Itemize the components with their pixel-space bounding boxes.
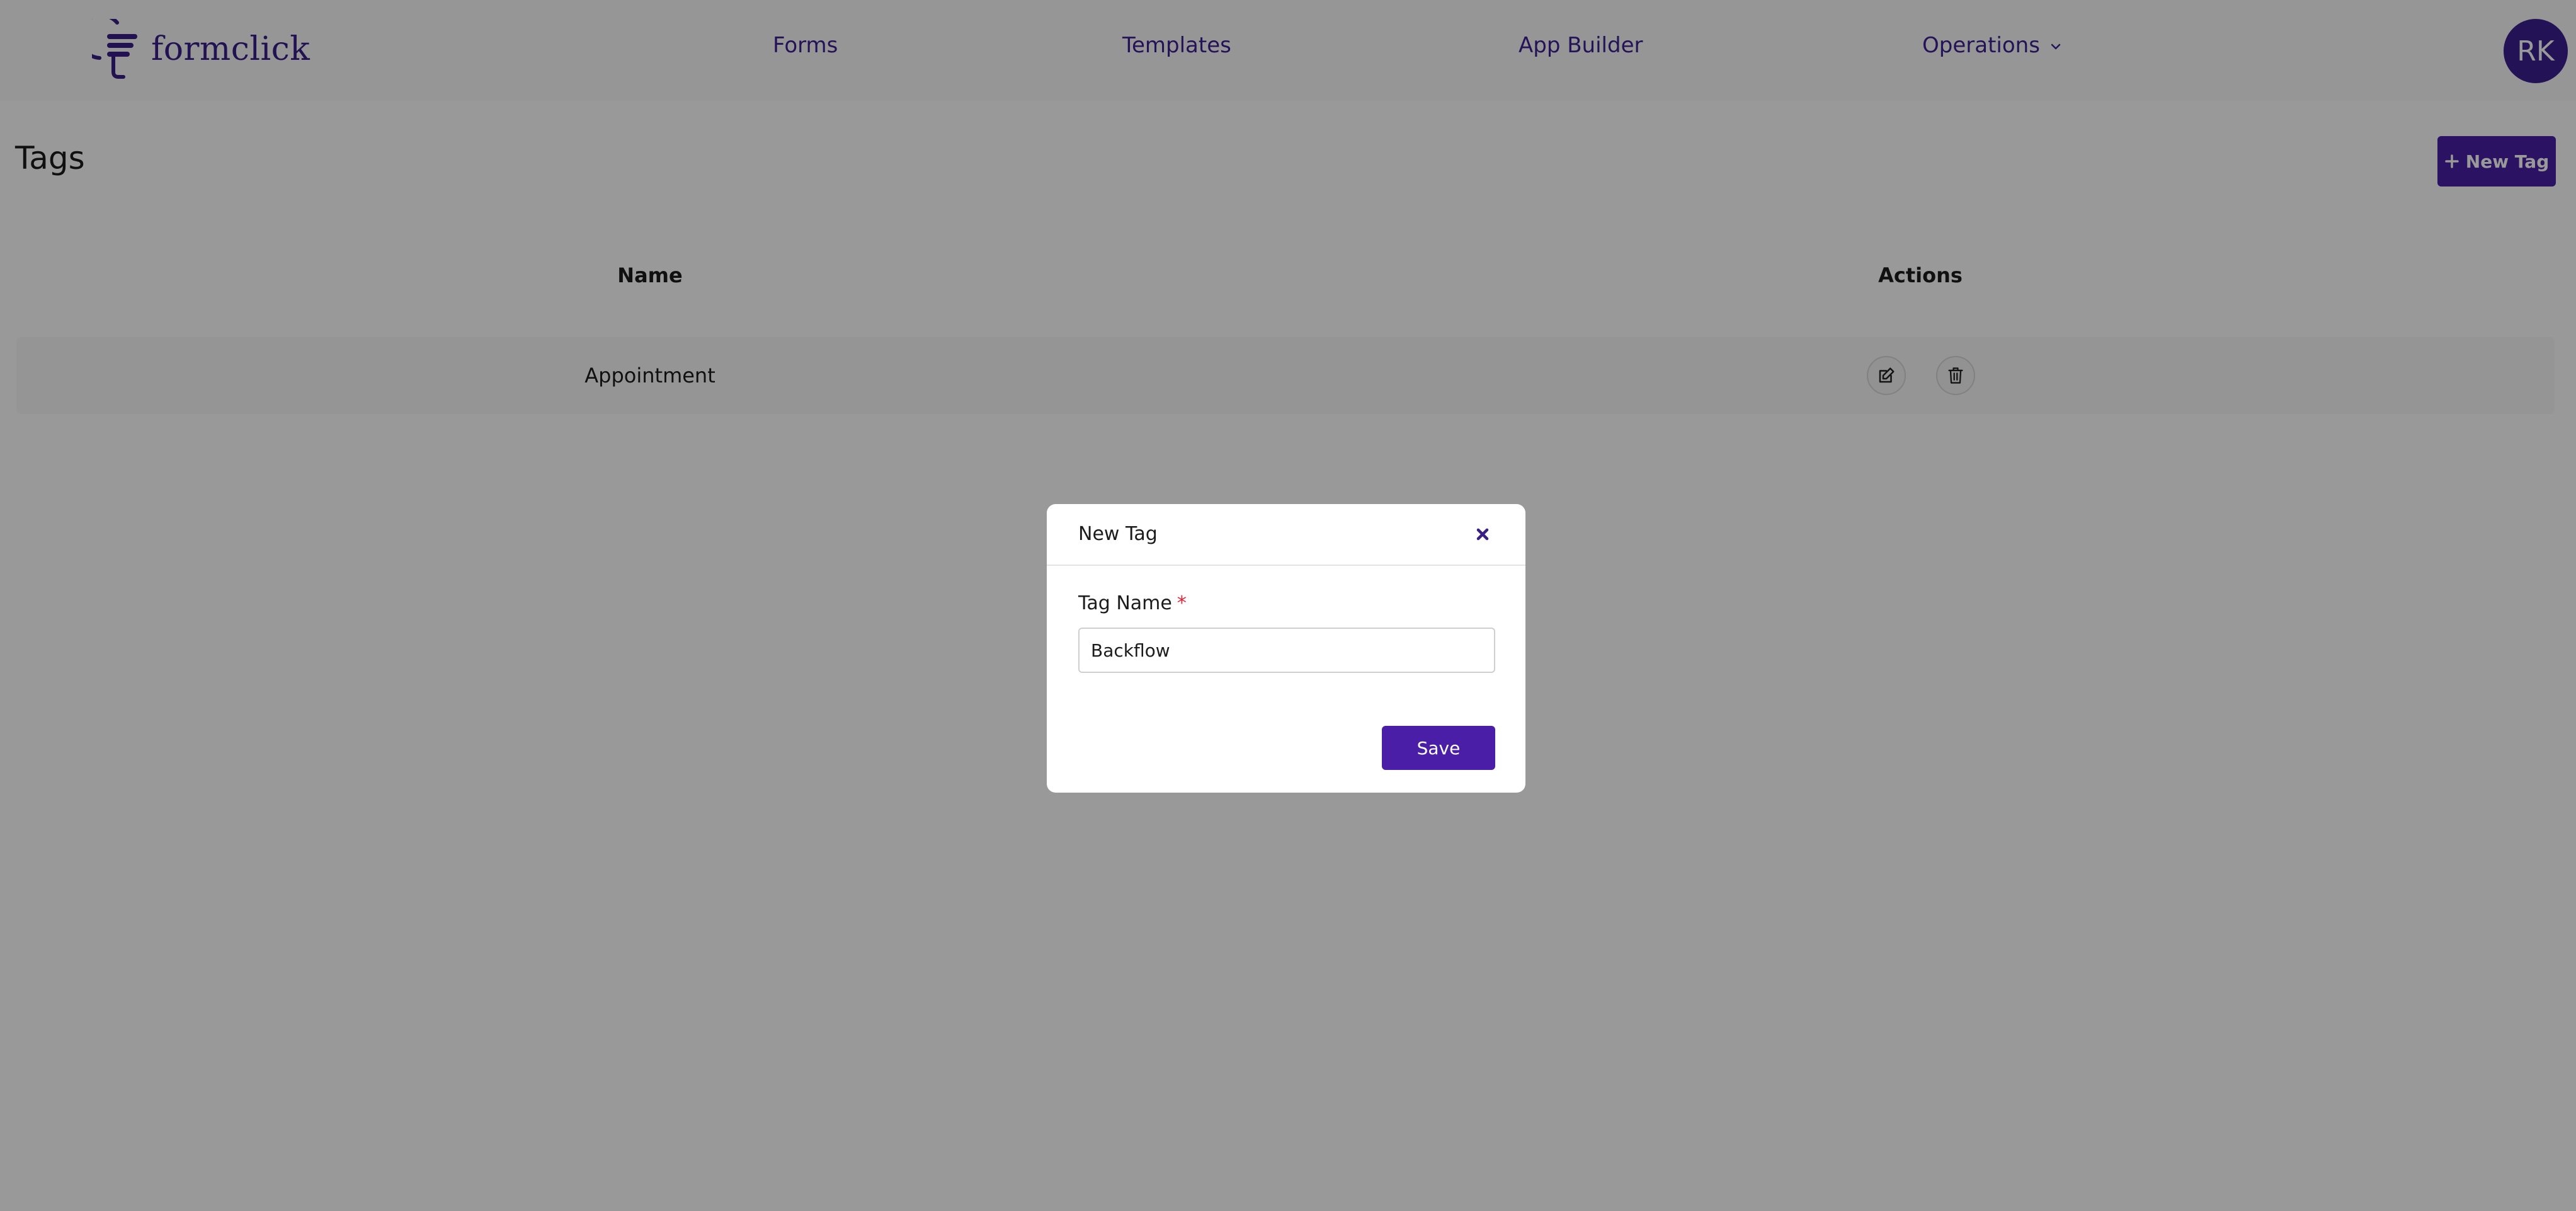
modal-header: New Tag bbox=[1047, 504, 1525, 566]
tag-name-input[interactable] bbox=[1078, 628, 1495, 673]
required-indicator: * bbox=[1177, 592, 1187, 614]
tag-name-label-text: Tag Name bbox=[1078, 592, 1172, 614]
close-icon bbox=[1476, 528, 1489, 541]
modal-title: New Tag bbox=[1078, 523, 1158, 545]
tag-name-label: Tag Name * bbox=[1078, 592, 1187, 614]
modal-close-button[interactable] bbox=[1470, 522, 1495, 547]
save-button[interactable]: Save bbox=[1382, 726, 1495, 770]
new-tag-modal: New Tag Tag Name* Save bbox=[1047, 504, 1525, 793]
